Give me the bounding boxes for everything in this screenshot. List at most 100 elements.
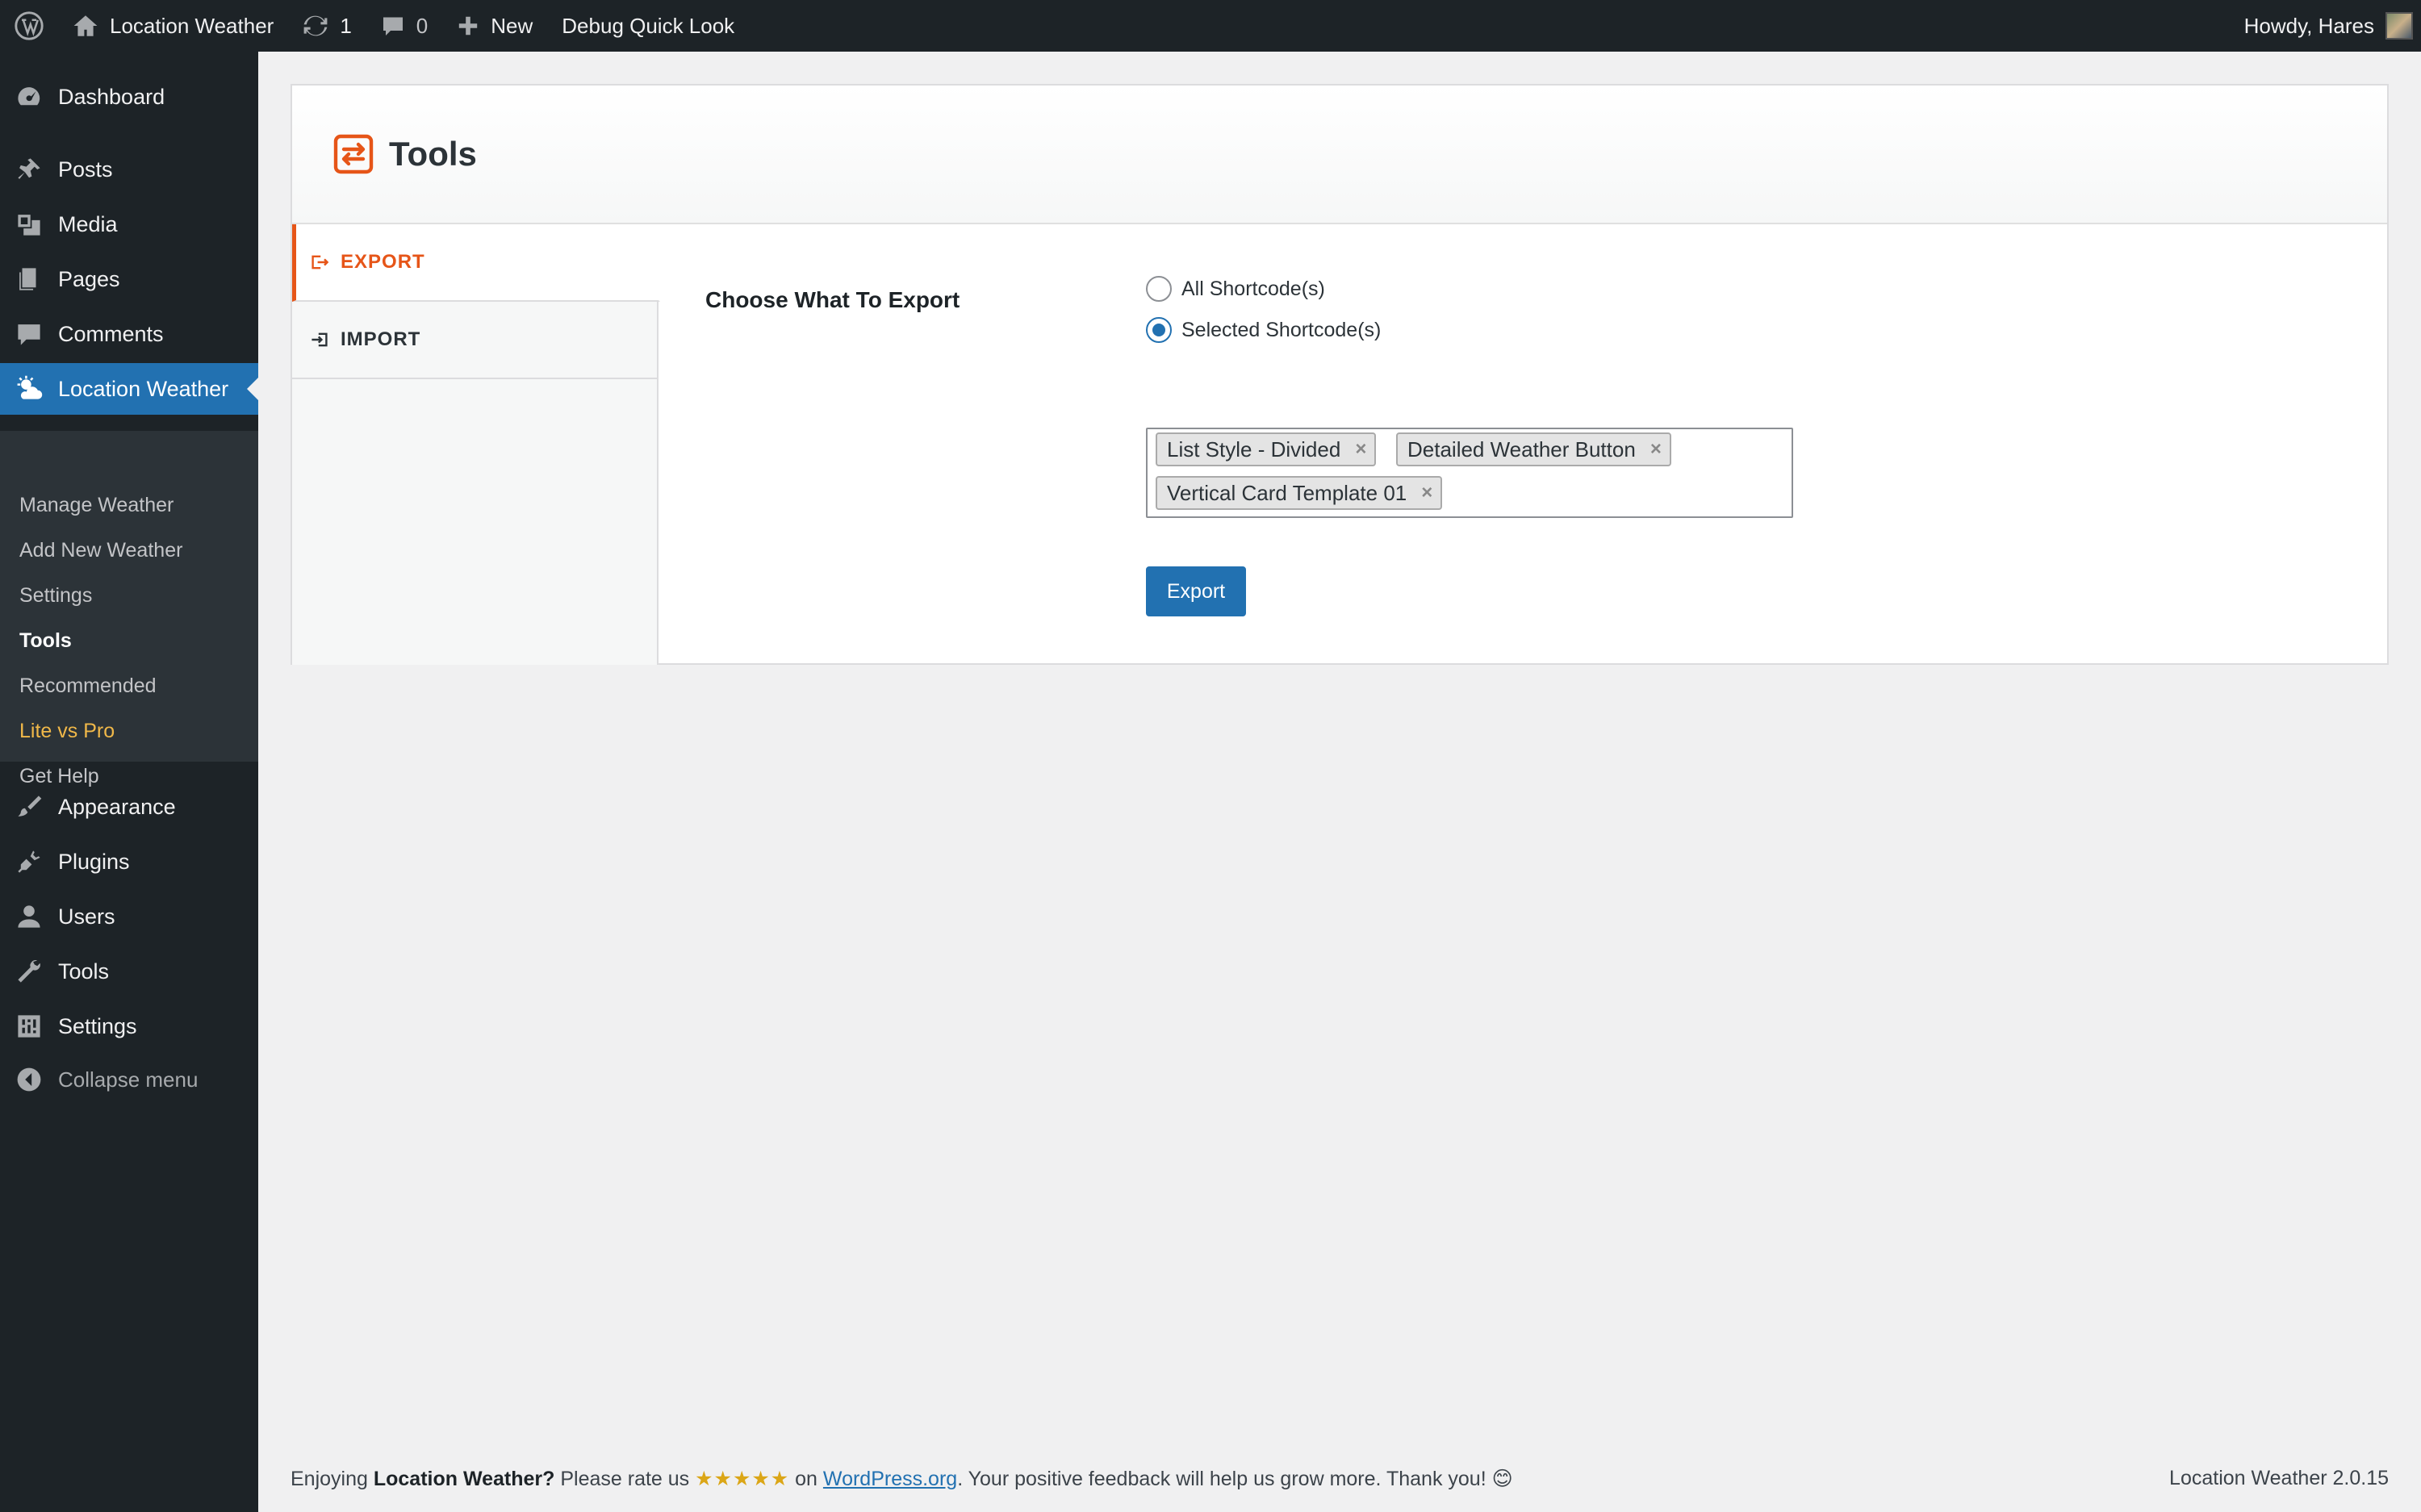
shortcode-multiselect[interactable]: List Style - Divided × Detailed Weather … xyxy=(1146,428,1793,518)
menu-users[interactable]: Users xyxy=(0,891,258,942)
menu-label: Posts xyxy=(58,157,113,182)
radio-button-checked[interactable] xyxy=(1146,317,1172,343)
howdy-label: Howdy, Hares xyxy=(2243,13,2374,38)
menu-posts[interactable]: Posts xyxy=(0,144,258,195)
export-button[interactable]: Export xyxy=(1146,566,1246,616)
comments-count: 0 xyxy=(416,13,429,38)
transfer-icon xyxy=(333,134,374,174)
menu-comments[interactable]: Comments xyxy=(0,308,258,360)
footer-plugin-name: Location Weather? xyxy=(373,1468,555,1490)
footer-on-text: on xyxy=(789,1468,817,1490)
wordpress-logo-button[interactable] xyxy=(0,0,58,52)
footer-suffix: . Your positive feedback will help us gr… xyxy=(957,1468,1513,1490)
menu-label: Appearance xyxy=(58,794,176,819)
panel-header: Tools xyxy=(292,86,2387,224)
refresh-icon xyxy=(303,15,328,36)
chip-detailed-weather-button: Detailed Weather Button × xyxy=(1396,432,1671,466)
submenu-recommended[interactable]: Recommended xyxy=(19,675,157,698)
menu-label: Tools xyxy=(58,959,110,984)
tab-import[interactable]: IMPORT xyxy=(292,302,659,379)
radio-label: Selected Shortcode(s) xyxy=(1181,318,1382,341)
menu-tools[interactable]: Tools xyxy=(0,946,258,997)
radio-selected-shortcodes[interactable]: Selected Shortcode(s) xyxy=(1146,317,1381,343)
tab-export[interactable]: EXPORT xyxy=(292,224,660,302)
settings-icon xyxy=(0,1013,58,1040)
site-name-label: Location Weather xyxy=(110,13,274,38)
wordpress-org-link[interactable]: WordPress.org xyxy=(823,1468,957,1490)
admin-bar: Location Weather 1 0 New Debug Quick Loo… xyxy=(0,0,2421,52)
plugin-icon xyxy=(0,848,58,875)
chip-vertical-card-template-01: Vertical Card Template 01 × xyxy=(1156,476,1443,510)
submenu-add-new-weather[interactable]: Add New Weather xyxy=(19,539,182,562)
submenu-manage-weather[interactable]: Manage Weather xyxy=(19,494,174,517)
plus-icon xyxy=(459,16,478,36)
tab-label: IMPORT xyxy=(341,328,421,350)
export-icon xyxy=(312,255,329,269)
menu-dashboard[interactable]: Dashboard xyxy=(0,71,258,123)
weather-icon xyxy=(0,374,58,403)
tools-panel: Tools EXPORT IMPORT Choose What To Expor… xyxy=(291,84,2389,665)
media-icon xyxy=(0,211,58,238)
chip-label: List Style - Divided xyxy=(1167,436,1341,462)
user-icon xyxy=(0,903,58,930)
collapse-menu-button[interactable]: Collapse menu xyxy=(0,1054,258,1105)
debug-label: Debug Quick Look xyxy=(562,13,735,38)
submenu-lite-vs-pro[interactable]: Lite vs Pro xyxy=(19,720,115,743)
menu-label: Users xyxy=(58,904,115,929)
chip-list-style-divided: List Style - Divided × xyxy=(1156,432,1377,466)
chip-label: Vertical Card Template 01 xyxy=(1167,480,1407,505)
site-name-link[interactable]: Location Weather xyxy=(58,0,288,52)
remove-icon[interactable]: × xyxy=(1355,438,1366,461)
updates-count: 1 xyxy=(340,13,352,38)
menu-label: Pages xyxy=(58,266,120,291)
pin-icon xyxy=(0,156,58,183)
new-label: New xyxy=(491,13,533,38)
star-rating-icon[interactable]: ★★★★★ xyxy=(695,1468,789,1490)
radio-label: All Shortcode(s) xyxy=(1181,277,1325,300)
submenu-settings[interactable]: Settings xyxy=(19,584,92,608)
pages-icon xyxy=(0,265,58,293)
menu-label: Dashboard xyxy=(58,84,165,109)
location-weather-submenu: Manage Weather Add New Weather Settings … xyxy=(0,431,258,787)
submenu-tools[interactable]: Tools xyxy=(19,629,72,653)
comment-bubble-icon xyxy=(383,17,403,36)
account-menu[interactable]: Howdy, Hares xyxy=(2230,0,2421,52)
footer-rating-text: Enjoying Location Weather? Please rate u… xyxy=(291,1467,1513,1491)
radio-button[interactable] xyxy=(1146,276,1172,302)
wordpress-icon xyxy=(15,11,44,40)
menu-label: Comments xyxy=(58,321,164,346)
import-icon xyxy=(312,332,328,347)
comments-link[interactable]: 0 xyxy=(366,0,442,52)
menu-label: Plugins xyxy=(58,849,130,874)
admin-sidebar: Dashboard Posts Media Pages Comments Loc… xyxy=(0,52,258,1512)
footer-rate-text: Please rate us xyxy=(554,1468,690,1490)
menu-appearance[interactable]: Appearance xyxy=(0,781,258,833)
debug-quick-look-link[interactable]: Debug Quick Look xyxy=(547,0,749,52)
menu-settings[interactable]: Settings xyxy=(0,1000,258,1052)
menu-label: Location Weather xyxy=(58,376,229,401)
menu-location-weather[interactable]: Location Weather xyxy=(0,363,258,415)
menu-media[interactable]: Media xyxy=(0,198,258,250)
tab-label: EXPORT xyxy=(341,251,425,273)
brush-icon xyxy=(0,793,58,821)
new-content-link[interactable]: New xyxy=(442,0,547,52)
field-label: Choose What To Export xyxy=(705,287,960,312)
menu-plugins[interactable]: Plugins xyxy=(0,836,258,888)
home-icon xyxy=(73,15,98,36)
remove-icon[interactable]: × xyxy=(1421,482,1432,504)
chip-label: Detailed Weather Button xyxy=(1407,436,1636,462)
collapse-icon xyxy=(0,1067,58,1092)
footer-version: Location Weather 2.0.15 xyxy=(2169,1467,2389,1489)
menu-label: Settings xyxy=(58,1013,137,1038)
radio-all-shortcodes[interactable]: All Shortcode(s) xyxy=(1146,276,1325,302)
tools-tabs: EXPORT IMPORT xyxy=(292,224,660,665)
footer-prefix: Enjoying xyxy=(291,1468,368,1490)
avatar xyxy=(2385,12,2413,40)
wrench-icon xyxy=(0,958,58,985)
menu-label: Media xyxy=(58,211,118,236)
updates-link[interactable]: 1 xyxy=(288,0,366,52)
page-title: Tools xyxy=(389,135,477,173)
remove-icon[interactable]: × xyxy=(1650,438,1662,461)
menu-pages[interactable]: Pages xyxy=(0,253,258,305)
dashboard-icon xyxy=(0,83,58,111)
